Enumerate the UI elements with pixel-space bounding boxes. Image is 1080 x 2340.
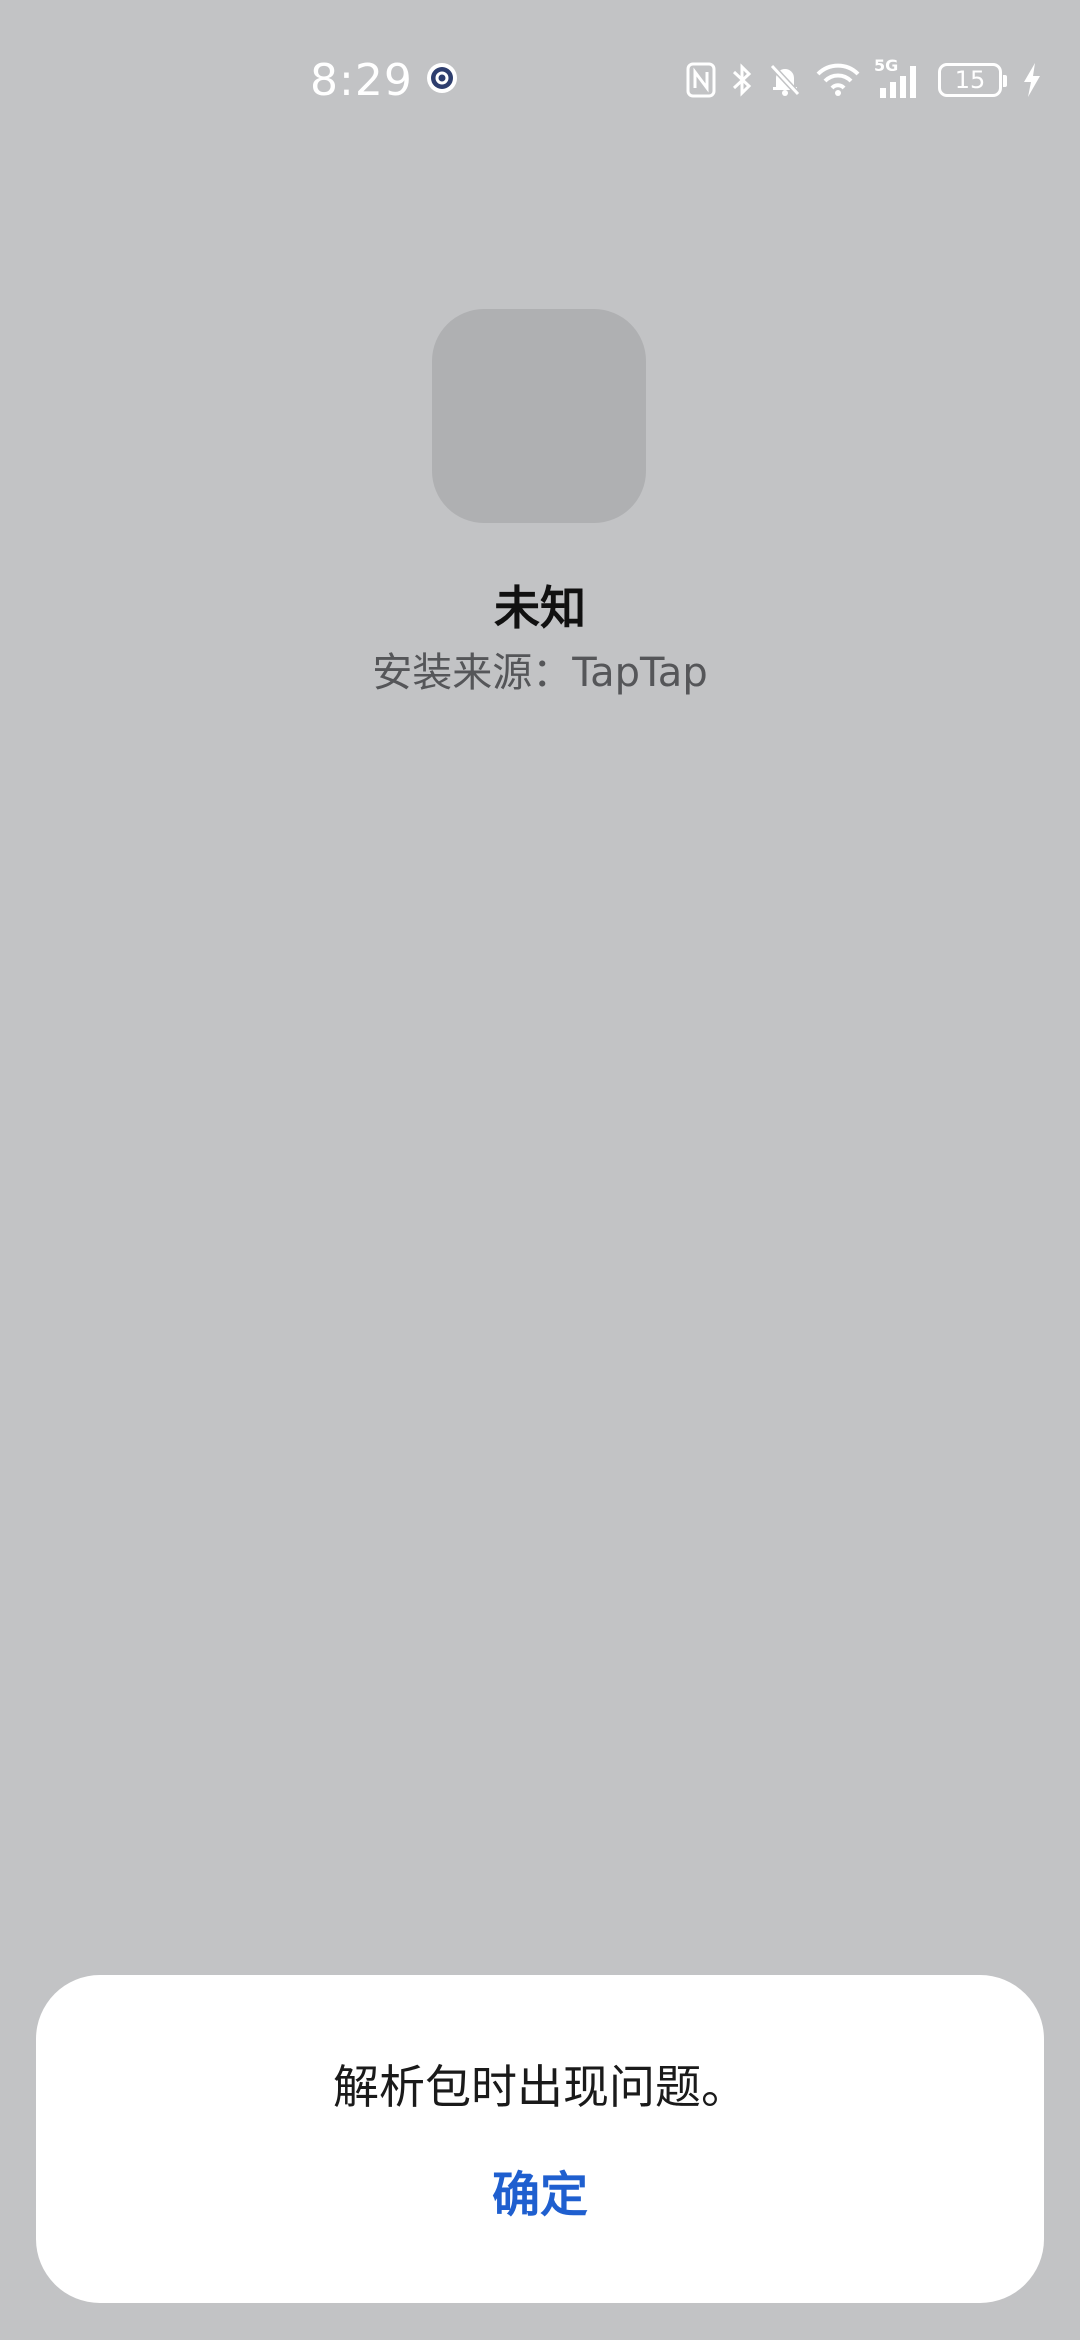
status-time: 8:29 [310, 54, 413, 106]
mute-bell-icon [768, 62, 802, 98]
battery-level: 15 [954, 66, 986, 94]
status-bar: 8:29 5G 15 [0, 0, 1080, 150]
wifi-icon [816, 62, 860, 98]
confirm-button[interactable]: 确定 [440, 2155, 640, 2235]
status-time-group: 8:29 [310, 50, 459, 110]
nfc-icon [686, 62, 716, 98]
dialog-message: 解析包时出现问题。 [333, 2060, 747, 2114]
cellular-5g-icon: 5G [874, 56, 924, 100]
status-icons: 5G 15 [686, 55, 1042, 105]
settings-gear-icon [425, 61, 459, 99]
error-dialog: 解析包时出现问题。 确定 [36, 1975, 1044, 2303]
charging-bolt-icon [1022, 62, 1042, 98]
app-name: 未知 [494, 581, 586, 635]
install-source: 安装来源：TapTap [372, 650, 708, 696]
bluetooth-icon [730, 62, 754, 98]
app-icon-placeholder [432, 309, 646, 523]
package-installer-screen: 8:29 5G 15 未知 安装来源：TapTap 解析包时出现问题。 确定 [0, 0, 1080, 2340]
battery-icon: 15 [938, 63, 1007, 97]
